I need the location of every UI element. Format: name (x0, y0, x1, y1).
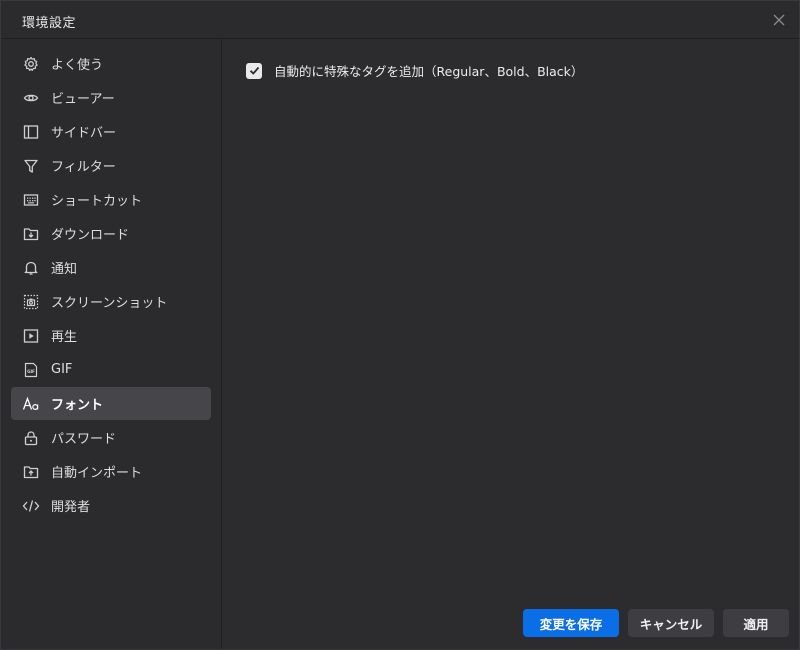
sidebar-item-download[interactable]: ダウンロード (11, 217, 211, 250)
sidebar-icon (22, 123, 40, 141)
sidebar-item-label: パスワード (51, 432, 117, 447)
sidebar-item-label: スクリーンショット (51, 296, 168, 311)
sidebar-item-font[interactable]: フォント (11, 387, 211, 420)
sidebar-item-label: ショートカット (51, 194, 143, 209)
download-icon (22, 225, 40, 243)
sidebar-item-label: サイドバー (51, 126, 117, 141)
sidebar-item-label: GIF (51, 362, 73, 377)
sidebar-item-frequently-used[interactable]: よく使う (11, 47, 211, 80)
close-button[interactable] (769, 10, 789, 30)
sidebar-item-label: 開発者 (51, 500, 91, 515)
auto-tag-checkbox[interactable] (246, 62, 262, 79)
lock-icon (22, 429, 40, 447)
sidebar-item-filter[interactable]: フィルター (11, 149, 211, 182)
bell-icon (22, 259, 40, 277)
gear-icon (22, 55, 40, 73)
checkmark-icon (249, 66, 259, 75)
sidebar: よく使う ビューアー サイドバー フィルター ショートカット ダウンロード 通知… (1, 39, 222, 649)
play-icon (22, 327, 40, 345)
sidebar-item-playback[interactable]: 再生 (11, 319, 211, 352)
sidebar-item-label: フォント (51, 398, 104, 413)
sidebar-item-label: フィルター (51, 160, 116, 175)
sidebar-item-auto-import[interactable]: 自動インポート (11, 455, 211, 488)
settings-panel: 自動的に特殊なタグを追加（Regular、Bold、Black） 変更を保存 キ… (222, 39, 799, 649)
eye-icon (22, 89, 40, 107)
gif-icon: GIF (22, 361, 40, 379)
sidebar-item-gif[interactable]: GIF GIF (11, 353, 211, 386)
save-changes-button[interactable]: 変更を保存 (523, 609, 619, 637)
sidebar-item-label: ダウンロード (51, 228, 130, 243)
code-icon (22, 497, 40, 515)
sidebar-item-label: 自動インポート (51, 466, 143, 481)
sidebar-item-screenshot[interactable]: スクリーンショット (11, 285, 211, 318)
sidebar-item-sidebar[interactable]: サイドバー (11, 115, 211, 148)
preferences-window: 環境設定 よく使う ビューアー サイドバー フィルター ショートカット ダウンロ… (0, 0, 800, 650)
sidebar-item-viewer[interactable]: ビューアー (11, 81, 211, 114)
apply-button[interactable]: 適用 (723, 609, 789, 637)
sidebar-item-label: 再生 (51, 330, 78, 345)
window-title: 環境設定 (22, 16, 77, 31)
sidebar-item-label: 通知 (51, 262, 78, 277)
screenshot-icon (22, 293, 40, 311)
svg-text:GIF: GIF (27, 369, 35, 374)
cancel-button[interactable]: キャンセル (628, 609, 714, 637)
auto-tag-label: 自動的に特殊なタグを追加（Regular、Bold、Black） (274, 64, 584, 79)
sidebar-item-developer[interactable]: 開発者 (11, 489, 211, 522)
sidebar-item-label: よく使う (51, 58, 104, 73)
close-icon (773, 14, 785, 26)
dialog-footer: 変更を保存 キャンセル 適用 (523, 609, 789, 637)
keyboard-icon (22, 191, 40, 209)
sidebar-item-password[interactable]: パスワード (11, 421, 211, 454)
sidebar-item-notifications[interactable]: 通知 (11, 251, 211, 284)
import-icon (22, 463, 40, 481)
sidebar-item-shortcut[interactable]: ショートカット (11, 183, 211, 216)
sidebar-nav: よく使う ビューアー サイドバー フィルター ショートカット ダウンロード 通知… (1, 39, 221, 522)
filter-icon (22, 157, 40, 175)
title-bar: 環境設定 (1, 1, 799, 39)
sidebar-item-label: ビューアー (51, 92, 115, 107)
auto-tag-option[interactable]: 自動的に特殊なタグを追加（Regular、Bold、Black） (246, 61, 583, 80)
font-icon (22, 395, 40, 413)
